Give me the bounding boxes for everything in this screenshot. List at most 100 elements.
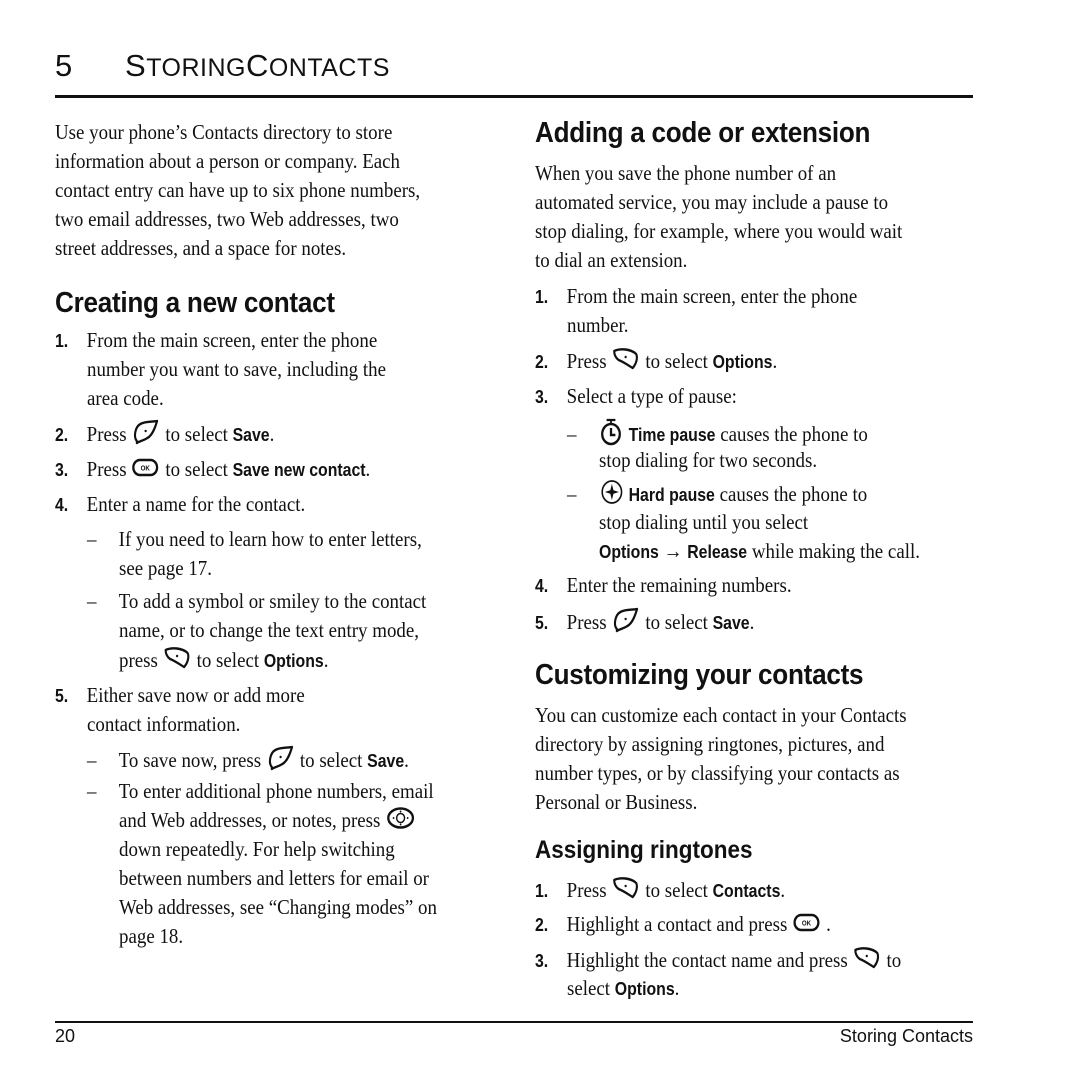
- step-number: 1.: [55, 331, 69, 351]
- creating-substep-4b: – To add a symbol or smiley to the contac…: [87, 587, 426, 616]
- left-softkey-icon: [612, 607, 640, 641]
- step-number: 3.: [535, 950, 549, 971]
- step-text: and Web addresses, or notes, press: [119, 808, 381, 832]
- punctuation: .: [749, 609, 755, 634]
- step-text: stop dialing until you select: [599, 510, 809, 534]
- paragraph-line: to dial an extension.: [535, 248, 688, 272]
- step-text: If you need to learn how to enter letter…: [118, 527, 422, 551]
- footer-rule: [55, 1021, 973, 1023]
- step-text: press: [119, 647, 158, 672]
- punctuation: .: [780, 877, 786, 902]
- menu-label-release: Release: [687, 542, 748, 562]
- heading-creating-contact: Creating a new contact: [55, 287, 335, 319]
- menu-label-save: Save: [367, 750, 405, 771]
- step-text: page 18.: [119, 924, 184, 948]
- step-text: to select: [165, 457, 228, 481]
- dash-bullet: –: [87, 747, 97, 772]
- step-text: to select: [165, 421, 228, 446]
- step-text: causes the phone to: [720, 421, 868, 446]
- paragraph-line: directory by assigning ringtones, pictur…: [535, 732, 885, 756]
- step-text: From the main screen, enter the phone: [566, 284, 858, 308]
- creating-substep-5a: – To save now, press to select Save.: [87, 745, 409, 779]
- adding-step-5: 5. Press to select Save.: [535, 607, 754, 641]
- step-text: between numbers and letters for email or: [119, 866, 429, 890]
- right-softkey-icon: [853, 945, 881, 979]
- punctuation: .: [365, 457, 371, 481]
- step-number: 2.: [535, 351, 549, 372]
- pause-type-time: Time pause: [628, 424, 716, 445]
- step-text: Highlight a contact and press: [566, 912, 788, 936]
- paragraph-line: number types, or by classifying your con…: [535, 761, 900, 785]
- step-number: 2.: [55, 424, 69, 445]
- step-text: Press: [566, 348, 607, 373]
- paragraph-line: You can customize each contact in your C…: [535, 703, 907, 727]
- step-text: name, or to change the text entry mode,: [119, 618, 419, 642]
- left-softkey-icon: [132, 419, 160, 453]
- right-softkey-icon: [163, 645, 191, 679]
- step-text: select: [567, 976, 611, 1000]
- step-number: 5.: [535, 612, 549, 633]
- hard-pause-menu-path: Options → Release while making the call.: [599, 537, 920, 567]
- step-text: to select: [645, 609, 708, 634]
- step-text: contact information.: [87, 712, 241, 736]
- creating-step-2: 2. Press to select Save.: [55, 419, 274, 453]
- intro-line: street addresses, and a space for notes.: [55, 236, 347, 260]
- intro-line: contact entry can have up to six phone n…: [55, 178, 421, 202]
- step-number: 2.: [535, 915, 549, 935]
- step-text: Web addresses, see “Changing modes” on: [119, 895, 437, 919]
- adding-step-4: 4. Enter the remaining numbers.: [535, 571, 792, 601]
- menu-label-save: Save: [712, 612, 750, 633]
- ringtones-step-2: 2. Highlight a contact and press OK.: [535, 910, 831, 941]
- step-text: Press: [86, 421, 127, 446]
- step-text: to select: [645, 348, 708, 373]
- chapter-number: 5: [55, 48, 73, 83]
- step-number: 4.: [55, 495, 69, 515]
- intro-line: two email addresses, two Web addresses, …: [55, 207, 399, 231]
- adding-step-3: 3. Select a type of pause:: [535, 382, 737, 412]
- creating-step-4: 4. Enter a name for the contact.: [55, 490, 305, 520]
- punctuation: .: [323, 647, 329, 672]
- step-text: to select: [645, 877, 708, 902]
- paragraph-line: automated service, you may include a pau…: [535, 190, 889, 214]
- step-text: Press: [566, 609, 607, 634]
- punctuation: .: [674, 976, 680, 1000]
- creating-substep-4b-press: press to select Options.: [119, 645, 328, 679]
- arrow-icon: →: [663, 539, 683, 563]
- step-text: to: [886, 947, 902, 972]
- paragraph-line: Personal or Business.: [535, 790, 698, 814]
- punctuation: .: [404, 747, 409, 772]
- menu-label-save-new-contact: Save new contact: [232, 460, 366, 480]
- ringtones-step-1: 1. Press to select Contacts.: [535, 875, 785, 909]
- chapter-title-cap: S: [125, 48, 147, 83]
- dash-bullet: –: [87, 779, 97, 803]
- svg-text:OK: OK: [141, 465, 150, 472]
- menu-label-save: Save: [232, 424, 270, 445]
- step-number: 5.: [55, 686, 69, 706]
- step-text: to select: [299, 747, 363, 772]
- step-text: Select a type of pause:: [566, 384, 737, 408]
- intro-line: Use your phone’s Contacts directory to s…: [55, 120, 393, 144]
- step-text: From the main screen, enter the phone: [86, 328, 378, 352]
- chapter-heading: 5 STORINGCONTACTS: [55, 48, 390, 84]
- ok-key-icon: OK: [132, 457, 160, 486]
- header-rule: [55, 95, 973, 98]
- chapter-title-part: ONTACTS: [268, 54, 390, 82]
- navigation-key-icon: [386, 806, 416, 838]
- creating-substep-5b-press: and Web addresses, or notes, press: [119, 806, 421, 838]
- step-text: see page 17.: [119, 556, 212, 580]
- paragraph-line: When you save the phone number of an: [535, 161, 837, 185]
- ringtones-step-3-line2: select Options.: [567, 974, 679, 1004]
- paragraph-line: stop dialing, for example, where you wou…: [535, 219, 903, 243]
- step-text: Highlight the contact name and press: [566, 947, 848, 972]
- menu-label-options: Options: [263, 650, 324, 671]
- step-text: stop dialing for two seconds.: [599, 448, 818, 472]
- step-text: causes the phone to: [719, 481, 868, 506]
- step-text: while making the call.: [751, 539, 920, 563]
- step-number: 3.: [55, 460, 69, 480]
- step-text: Enter the remaining numbers.: [566, 573, 792, 597]
- step-text: to select: [196, 647, 260, 672]
- dash-bullet: –: [87, 527, 97, 551]
- left-softkey-icon: [266, 745, 294, 779]
- punctuation: .: [826, 912, 831, 936]
- dash-bullet: –: [567, 481, 577, 506]
